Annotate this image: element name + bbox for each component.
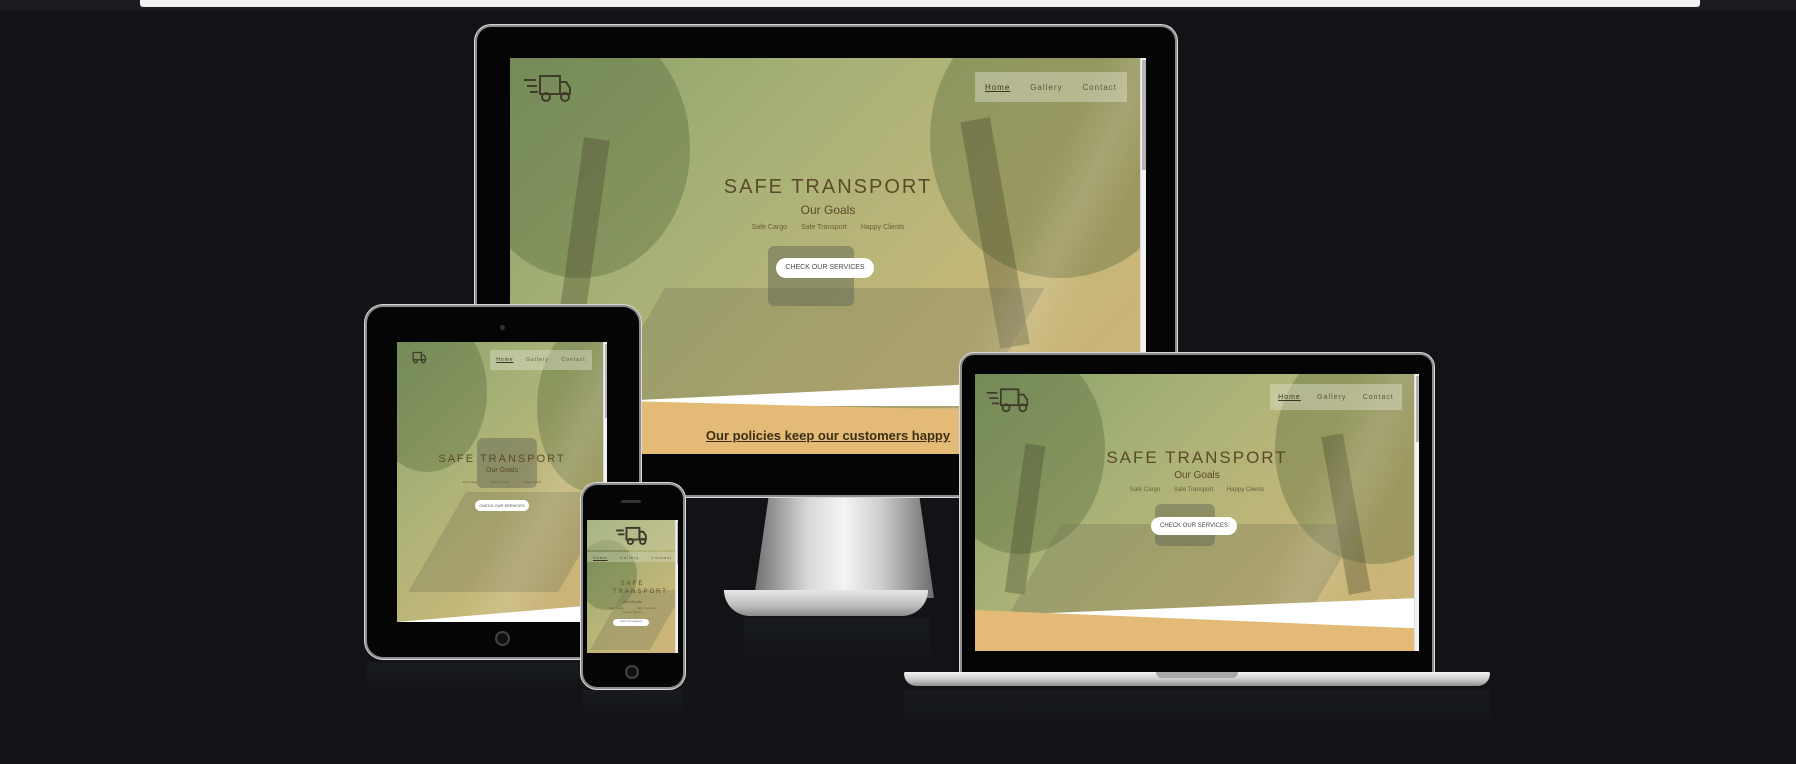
hero-title: SAFE TRANSPORT [438,453,566,465]
nav-contact[interactable]: Contact [651,555,672,560]
top-strip-inner [140,0,1700,7]
goal-item: Safe Cargo [751,224,787,231]
hero-title: SAFE TRANSPORT [613,581,668,595]
nav-gallery[interactable]: Gallery [1030,83,1062,92]
browser-top-strip [0,0,1796,11]
monitor-stand-base [724,590,928,616]
phone-reflection [583,690,683,716]
monitor-stand [754,498,934,598]
hero-goals: Safe Cargo Safe Transport Happy Clients [510,224,1146,231]
hero-subtitle: Our Goals [486,467,518,474]
laptop-opening-notch [1156,672,1238,678]
hero-subtitle: Our Goals [800,203,856,217]
scrollbar-thumb[interactable] [1142,60,1146,170]
monitor-reflection [744,618,930,668]
truck-logo-icon[interactable] [614,524,648,546]
laptop-reflection [904,690,1490,730]
nav-bar: Home Gallery Contact [490,350,592,370]
nav-gallery[interactable]: Gallery [620,555,640,560]
hero-goals: Safe Cargo Safe Transport Happy Clients [587,606,678,614]
scrollbar[interactable] [675,520,678,653]
goal-item: Safe Transport [490,480,511,484]
hero-goals: Safe Cargo Safe Transport Happy Clients [975,487,1419,493]
goal-item: Safe Cargo [1129,487,1161,493]
tablet-camera-icon [500,325,505,330]
phone-screen: Home Gallery Contact SAFE TRANSPORT Our … [587,520,678,653]
tablet-home-button[interactable] [495,631,510,646]
nav-bar: Home Gallery Contact [975,72,1127,102]
scrollbar-thumb[interactable] [677,522,678,564]
truck-logo-icon[interactable] [405,350,427,364]
nav-home[interactable]: Home [985,83,1010,92]
hero-goals: Safe Cargo Safe Transport Happy Clients [397,480,607,484]
goal-item: Happy Clients [1226,487,1265,493]
hero-title: SAFE TRANSPORT [723,176,933,198]
hero-subtitle: Our Goals [623,599,642,604]
goal-item: Happy Clients [623,610,642,614]
goal-item: Safe Cargo [608,606,624,610]
phone-home-button[interactable] [625,665,639,679]
goal-item: Safe Transport [800,224,847,231]
goal-item: Safe Transport [1173,487,1214,493]
truck-logo-icon[interactable] [522,70,572,104]
nav-contact[interactable]: Contact [1363,394,1394,401]
hero-title: SAFE TRANSPORT [1106,448,1288,467]
truck-logo-icon[interactable] [985,384,1029,414]
check-services-button[interactable]: CHECK OUR SERVICES [613,619,649,626]
nav-home[interactable]: Home [1278,394,1301,401]
nav-bar: Home Gallery Contact [587,552,678,562]
check-services-button[interactable]: CHECK OUR SERVICES [475,500,529,511]
goal-item: Safe Cargo [462,480,478,484]
nav-gallery[interactable]: Gallery [1317,394,1346,401]
check-services-button[interactable]: CHECK OUR SERVICES [1151,517,1237,535]
nav-home[interactable]: Home [593,555,608,560]
nav-home[interactable]: Home [496,357,513,363]
nav-gallery[interactable]: Gallery [526,357,549,363]
nav-bar: Home Gallery Contact [1270,384,1402,410]
phone-earpiece [621,500,641,503]
hero-subtitle: Our Goals [1174,470,1220,481]
goal-item: Happy Clients [522,480,542,484]
tablet-screen: Home Gallery Contact SAFE TRANSPORT Our … [397,342,607,622]
nav-contact[interactable]: Contact [1082,83,1117,92]
scrollbar-thumb[interactable] [1416,376,1419,442]
goal-item: Happy Clients [860,224,905,231]
laptop-screen: Home Gallery Contact SAFE TRANSPORT Our … [975,374,1419,651]
scrollbar-thumb[interactable] [605,344,607,418]
scrollbar[interactable] [1414,374,1419,651]
nav-contact[interactable]: Contact [561,357,585,363]
check-services-button[interactable]: CHECK OUR SERVICES [776,258,874,278]
